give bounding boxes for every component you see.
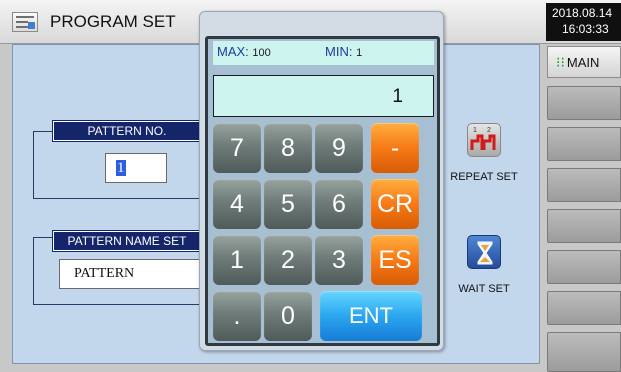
key-0[interactable]: 0	[264, 291, 312, 341]
repeat-pattern-icon: 1 2	[467, 123, 501, 157]
main-menu-label: MAIN	[566, 55, 600, 70]
grid-dots-icon: ⁝⁝	[556, 54, 565, 70]
menu-slot[interactable]	[547, 291, 621, 325]
keypad-body: MAX: 100 MIN: 1 1 7 8 9 - 4 5 6 CR 1 2 3…	[205, 36, 440, 346]
key-4[interactable]: 4	[213, 179, 261, 229]
repeat-set-button[interactable]: 1 2 REPEAT SET	[441, 123, 527, 183]
menu-slot[interactable]	[547, 86, 621, 120]
numeric-keypad-popup: MAX: 100 MIN: 1 1 7 8 9 - 4 5 6 CR 1 2 3…	[199, 11, 444, 351]
menu-slot[interactable]	[547, 127, 621, 161]
repeat-set-label: REPEAT SET	[450, 171, 518, 183]
date-text: 2018.08.14	[552, 6, 613, 20]
key-3[interactable]: 3	[315, 235, 363, 285]
main-menu-button[interactable]: ⁝⁝ MAIN	[547, 46, 621, 78]
page-title: PROGRAM SET	[50, 12, 176, 31]
menu-slot[interactable]	[547, 168, 621, 202]
menu-slot[interactable]	[547, 332, 621, 372]
key-decimal[interactable]: .	[213, 291, 261, 341]
key-minus[interactable]: -	[371, 123, 419, 173]
limit-range-bar: MAX: 100 MIN: 1	[213, 41, 434, 65]
min-value: 1	[356, 47, 363, 59]
menu-slot[interactable]	[547, 250, 621, 284]
key-escape[interactable]: ES	[371, 235, 419, 285]
time-text: 16:03:33	[562, 22, 609, 36]
menu-slot[interactable]	[547, 209, 621, 243]
date-time-display: 2018.08.14 16:03:33	[546, 3, 621, 41]
max-value: 100	[252, 47, 271, 59]
key-enter[interactable]: ENT	[320, 291, 422, 341]
key-7[interactable]: 7	[213, 123, 261, 173]
max-label: MAX:	[217, 44, 249, 59]
wait-set-label: WAIT SET	[458, 283, 510, 295]
pattern-name-input[interactable]: PATTERN	[59, 259, 209, 289]
key-8[interactable]: 8	[264, 123, 312, 173]
hourglass-icon	[467, 235, 501, 269]
key-clear[interactable]: CR	[371, 179, 419, 229]
keypad-display: 1	[213, 75, 434, 117]
key-5[interactable]: 5	[264, 179, 312, 229]
key-6[interactable]: 6	[315, 179, 363, 229]
min-limit: MIN: 1	[325, 44, 362, 59]
key-1[interactable]: 1	[213, 235, 261, 285]
pattern-no-value: 1	[116, 160, 126, 176]
program-set-icon	[12, 12, 38, 32]
wait-set-button[interactable]: WAIT SET	[441, 235, 527, 295]
min-label: MIN:	[325, 44, 353, 59]
key-9[interactable]: 9	[315, 123, 363, 173]
pattern-name-label: PATTERN NAME SET	[52, 230, 202, 252]
pattern-no-label: PATTERN NO.	[52, 120, 202, 142]
key-2[interactable]: 2	[264, 235, 312, 285]
pattern-no-input[interactable]: 1	[105, 153, 167, 183]
